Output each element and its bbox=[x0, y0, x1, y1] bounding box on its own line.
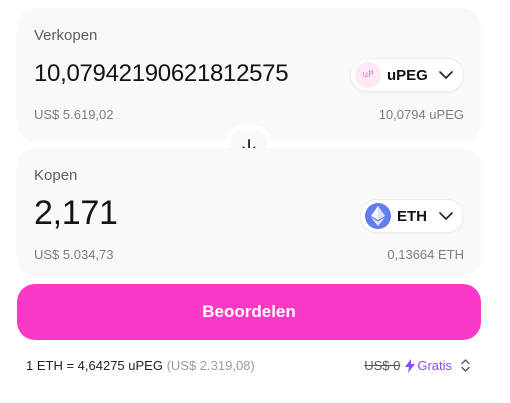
upeg-token-icon: uP bbox=[355, 62, 381, 88]
lightning-icon bbox=[405, 358, 416, 373]
exchange-rate-usd: (US$ 2.319,08) bbox=[166, 358, 255, 373]
sell-usd-value: US$ 5.619,02 bbox=[34, 107, 114, 122]
sell-token-selector[interactable]: uP uPEG bbox=[350, 58, 464, 92]
buy-usd-value: US$ 5.034,73 bbox=[34, 247, 114, 262]
sell-amount-input[interactable]: 10,07942190621812575 bbox=[34, 60, 289, 88]
buy-amount-input[interactable]: 2,171 bbox=[34, 194, 118, 233]
sell-token-symbol: uPEG bbox=[387, 66, 428, 84]
chevron-down-icon bbox=[439, 71, 453, 79]
exchange-rate: 1 ETH = 4,64275 uPEG (US$ 2.319,08) bbox=[26, 358, 255, 373]
chevron-up-down-icon[interactable] bbox=[461, 359, 470, 372]
exchange-rate-text: 1 ETH = 4,64275 uPEG bbox=[26, 358, 163, 373]
fee-gratis-label: Gratis bbox=[417, 358, 452, 373]
network-fee: US$ 0 Gratis bbox=[364, 358, 470, 373]
eth-token-icon bbox=[365, 203, 391, 229]
buy-panel: Kopen 2,171 ETH US$ 5.034,73 0,13664 ETH bbox=[17, 148, 481, 276]
review-button[interactable]: Beoordelen bbox=[17, 284, 481, 340]
chevron-down-icon bbox=[439, 212, 453, 220]
sell-panel: Verkopen 10,07942190621812575 uP uPEG US… bbox=[17, 8, 481, 142]
buy-balance: 0,13664 ETH bbox=[387, 247, 464, 262]
fee-original: US$ 0 bbox=[364, 358, 401, 373]
fee-gratis: Gratis bbox=[405, 358, 452, 373]
sell-balance: 10,0794 uPEG bbox=[378, 107, 464, 122]
swap-details-footer[interactable]: 1 ETH = 4,64275 uPEG (US$ 2.319,08) US$ … bbox=[26, 358, 470, 374]
buy-label: Kopen bbox=[34, 167, 78, 184]
sell-label: Verkopen bbox=[34, 27, 98, 44]
buy-token-symbol: ETH bbox=[397, 207, 427, 225]
buy-token-selector[interactable]: ETH bbox=[360, 199, 464, 233]
